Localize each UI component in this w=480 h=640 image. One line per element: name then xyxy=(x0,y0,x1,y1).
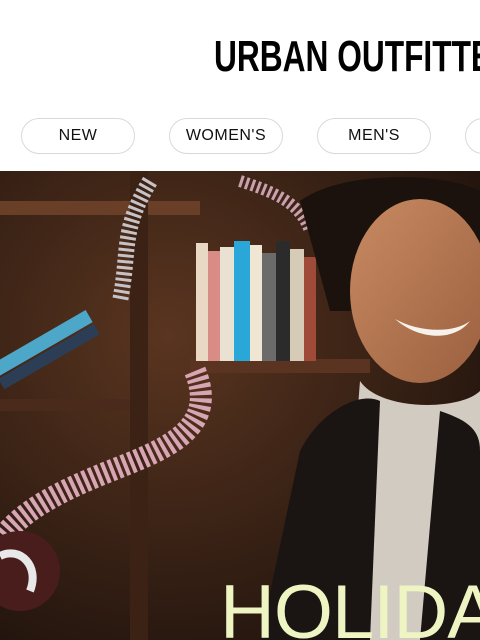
urban-outfitters-logo[interactable]: URBAN OUTFITTERS xyxy=(214,33,480,81)
nav-item-womens[interactable]: WOMEN'S xyxy=(169,118,283,154)
nav-item-new[interactable]: NEW xyxy=(21,118,135,154)
hero-banner[interactable]: HOLIDAY xyxy=(0,171,480,640)
nav-item-next[interactable] xyxy=(465,118,480,154)
site-header: URBAN OUTFITTERS xyxy=(0,0,480,103)
nav-item-mens[interactable]: MEN'S xyxy=(317,118,431,154)
category-nav: NEW WOMEN'S MEN'S xyxy=(0,103,480,171)
hero-headline: HOLIDAY xyxy=(220,570,480,640)
